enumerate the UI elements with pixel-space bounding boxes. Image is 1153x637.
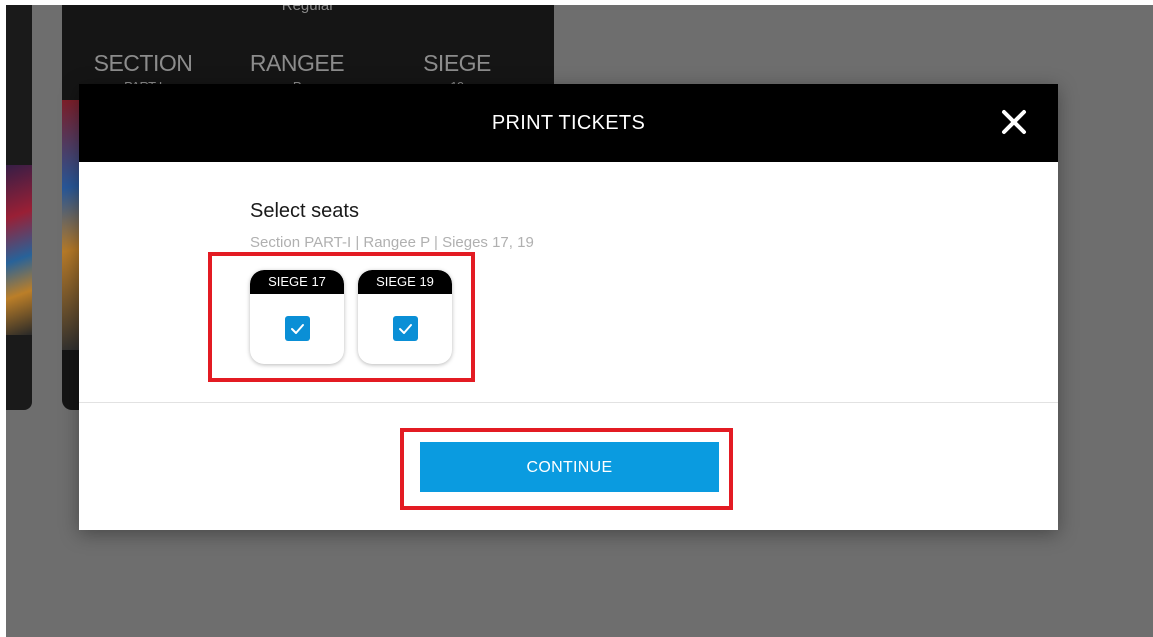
- modal-title: PRINT TICKETS: [491, 112, 646, 134]
- event-artwork: [6, 165, 32, 335]
- background-ticket-card-left: [6, 5, 32, 410]
- seat-checkbox-17[interactable]: [285, 316, 310, 341]
- seat-checkbox-19[interactable]: [393, 316, 418, 341]
- ticket-type-label: Regular: [281, 5, 335, 14]
- section-label: SECTION: [93, 50, 193, 76]
- modal-body: Select seats Section PART-I | Rangee P |…: [79, 162, 1058, 402]
- seat-label: SIEGE 17: [250, 270, 344, 294]
- continue-highlight: CONTINUE: [400, 428, 733, 510]
- close-icon: [1002, 110, 1026, 134]
- page: Regular SECTION PART-I RANGEE P SIEGE 19…: [0, 0, 1153, 637]
- seat-summary: Section PART-I | Rangee P | Sieges 17, 1…: [250, 234, 534, 251]
- checkmark-icon: [399, 324, 412, 334]
- continue-button[interactable]: CONTINUE: [420, 442, 719, 492]
- seat-selection-group: SIEGE 17 SIEGE 19: [208, 252, 475, 382]
- close-button[interactable]: [1000, 108, 1028, 136]
- footer-divider: [79, 402, 1058, 403]
- siege-label: SIEGE: [423, 50, 491, 76]
- seat-tile-19[interactable]: SIEGE 19: [358, 270, 452, 364]
- seat-tile-17[interactable]: SIEGE 17: [250, 270, 344, 364]
- checkmark-icon: [291, 324, 304, 334]
- rangee-label: RANGEE: [249, 50, 345, 76]
- print-tickets-modal: PRINT TICKETS Select seats Section PART-…: [79, 84, 1058, 530]
- seat-label: SIEGE 19: [358, 270, 452, 294]
- event-artwork: [62, 100, 80, 350]
- select-seats-title: Select seats: [250, 200, 359, 222]
- modal-header: PRINT TICKETS: [79, 84, 1058, 162]
